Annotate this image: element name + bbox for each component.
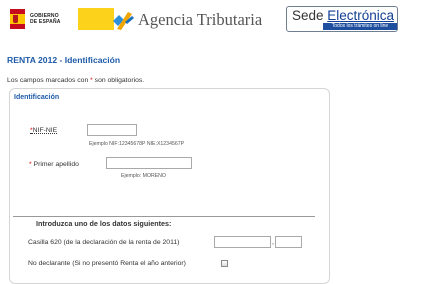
section-heading: Introduzca uno de los datos siguientes: [36,219,172,228]
no-declarante-checkbox[interactable] [221,260,228,267]
primer-apellido-label: * Primer apellido [29,161,79,168]
agencia-tributaria-logo[interactable]: Agencia Tributaria [112,7,282,33]
nif-nie-input[interactable] [87,124,137,136]
sede-electronica-subtitle: Todos los trámites on line [323,23,397,30]
nif-example-hint: Ejemplo NIF:12345678P NIE:X1234567P [89,141,185,147]
nif-label-text: NIF-NIE [32,127,58,134]
casilla-620-decimal-input[interactable] [275,236,302,248]
apellido-example-hint: Ejemplo: MORENO [121,173,166,179]
casilla-decimal-separator: , [272,239,274,246]
sede-electronica-logo[interactable]: Sede Electrónica Todos los trámites on l… [286,6,398,32]
spain-coat-of-arms-icon [10,9,25,29]
required-note-prefix: Los campos marcados con [7,77,91,84]
identificacion-fieldset: Identificación *NIF-NIE Ejemplo NIF:1234… [9,88,330,284]
gobierno-de-espana-logo[interactable]: GOBIERNO DE ESPAÑA [10,8,114,30]
section-divider [13,216,315,217]
no-declarante-label: No declarante (Si no presentó Renta el a… [28,260,186,267]
agencia-tributaria-mark-icon [113,12,134,30]
gobierno-logo-yellow-band [78,8,114,30]
gobierno-logo-text: GOBIERNO DE ESPAÑA [30,13,61,25]
agency-name: Agencia Tributaria [138,10,263,29]
gobierno-logo-line-2: DE ESPAÑA [30,19,61,25]
casilla-620-integer-input[interactable] [214,236,271,248]
casilla-620-label: Casilla 620 (de la declaración de la ren… [28,239,180,246]
fieldset-legend: Identificación [14,94,60,101]
sede-title-prefix: Sede [292,8,328,23]
site-header: GOBIERNO DE ESPAÑA Agencia Tributaria Se… [0,0,432,38]
primer-apellido-input[interactable] [106,157,192,169]
required-fields-note: Los campos marcados con * son obligatori… [7,77,144,84]
apellido-label-text: Primer apellido [33,161,79,168]
required-note-suffix: son obligatorios. [92,77,145,84]
sede-electronica-title: Sede Electrónica [292,8,394,23]
page-title: RENTA 2012 - Identificación [7,55,121,65]
sede-title-link: Electrónica [327,8,395,23]
nif-nie-label: *NIF-NIE [30,127,57,134]
